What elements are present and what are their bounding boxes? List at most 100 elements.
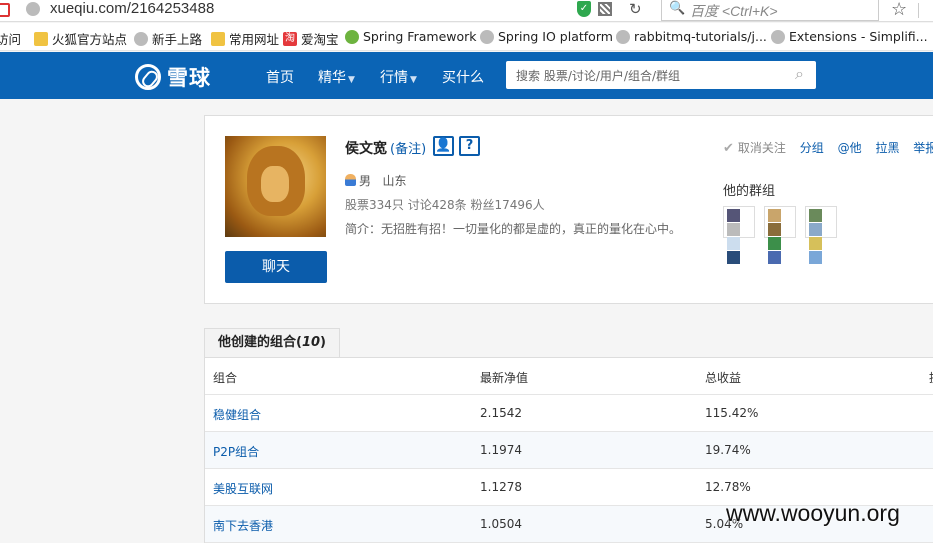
combo-return: 115.42%: [705, 406, 759, 420]
search-icon[interactable]: ⌕: [795, 64, 804, 84]
bookmark-item[interactable]: Extensions - Simplifi...: [771, 29, 928, 44]
user-name: 侯文宽: [345, 141, 387, 157]
column-header: 总收益: [705, 371, 742, 385]
group-avatar-cell: [768, 237, 781, 250]
bookmark-label: 访问: [0, 32, 22, 47]
spring-leaf-icon: [345, 29, 359, 44]
note-link[interactable]: (备注): [390, 138, 426, 157]
search-placeholder: 搜索 股票/讨论/用户/组合/群组: [516, 69, 680, 83]
chevron-down-icon: ▼: [410, 75, 417, 85]
bookmark-label: Spring Framework: [363, 29, 477, 44]
report-link[interactable]: 举报: [913, 141, 933, 155]
browser-search-placeholder: 百度 <Ctrl+K>: [690, 3, 778, 19]
group-avatar-cell: [768, 209, 781, 222]
tab-favicon-icon: [0, 3, 10, 17]
bookmark-item[interactable]: 火狐官方站点: [34, 29, 127, 48]
nav-featured[interactable]: 精华 ▼: [318, 67, 355, 87]
table-row[interactable]: P2P组合 1.1974 19.74%: [205, 432, 933, 469]
mention-link[interactable]: @他: [838, 141, 862, 155]
bookmark-star-icon[interactable]: ☆: [891, 0, 907, 20]
lion-face-shape: [261, 166, 289, 202]
combo-nav: 2.1542: [480, 406, 522, 420]
column-header: 提: [929, 369, 933, 386]
group-avatar-cell: [768, 223, 781, 236]
unfollow-button[interactable]: ✔ 取消关注: [723, 141, 786, 156]
globe-icon: [480, 29, 494, 44]
group-avatar-cell: [727, 209, 740, 222]
toolbar-divider: [918, 3, 919, 18]
verified-user-icon[interactable]: 👤: [433, 136, 454, 156]
group-avatar-cell: [727, 237, 740, 250]
chat-button[interactable]: 聊天: [225, 251, 327, 283]
bookmark-label: Extensions - Simplifi...: [789, 29, 928, 44]
browser-url-bar: xueqiu.com/2164253488 ✓ ↻ 🔍 百度 <Ctrl+K> …: [0, 0, 933, 22]
group-link[interactable]: 分组: [800, 141, 824, 155]
globe-icon: [26, 2, 40, 16]
shield-icon[interactable]: ✓: [577, 1, 591, 17]
bookmark-item[interactable]: 新手上路: [134, 29, 202, 48]
unfollow-label: 取消关注: [737, 141, 786, 155]
qr-code-icon[interactable]: [598, 2, 612, 16]
bookmark-item[interactable]: rabbitmq-tutorials/j...: [616, 29, 767, 44]
bookmark-label: 新手上路: [152, 32, 203, 47]
bookmark-item[interactable]: 淘爱淘宝: [283, 29, 339, 48]
tab-created-combos[interactable]: 他创建的组合(10): [204, 328, 340, 358]
tab-label: 他创建的组合(: [218, 335, 302, 350]
nav-label: 买什么: [442, 70, 484, 86]
address-field[interactable]: xueqiu.com/2164253488: [50, 0, 214, 17]
bookmark-item[interactable]: 访问: [0, 29, 21, 48]
gender-person-icon: [345, 174, 356, 186]
group-thumbnail[interactable]: [723, 206, 755, 264]
combo-name-link[interactable]: 美股互联网: [213, 480, 273, 497]
taobao-icon: 淘: [283, 31, 297, 46]
reload-icon[interactable]: ↻: [629, 0, 642, 18]
user-location: 山东: [382, 174, 407, 188]
help-icon[interactable]: ?: [459, 136, 480, 156]
combo-nav: 1.0504: [480, 517, 522, 531]
combo-return: 19.74%: [705, 443, 751, 457]
group-avatar-cell: [809, 237, 822, 250]
nav-label: 首页: [266, 70, 294, 86]
bookmark-label: 火狐官方站点: [52, 32, 128, 47]
nav-home[interactable]: 首页: [266, 67, 294, 87]
logo-text: 雪球: [167, 66, 211, 90]
profile-card: 聊天 侯文宽 (备注) 👤 ? 男 山东 股票334只 讨论428条 粉丝174…: [204, 115, 933, 304]
check-icon: ✔: [723, 141, 734, 156]
bookmark-label: 常用网址: [229, 32, 280, 47]
nav-market[interactable]: 行情 ▼: [380, 67, 417, 87]
groups-title: 他的群组: [723, 184, 776, 199]
group-avatar-cell: [809, 223, 822, 236]
site-search-input[interactable]: 搜索 股票/讨论/用户/组合/群组 ⌕: [506, 61, 816, 89]
bookmark-item[interactable]: Spring Framework: [345, 29, 477, 44]
bookmark-item[interactable]: 常用网址: [211, 29, 279, 48]
globe-icon: [616, 29, 630, 44]
column-header: 组合: [213, 371, 238, 385]
browser-search-input[interactable]: 🔍 百度 <Ctrl+K>: [661, 0, 879, 21]
site-logo[interactable]: 雪球: [135, 62, 211, 92]
combo-name-link[interactable]: P2P组合: [213, 443, 259, 460]
folder-icon: [34, 31, 48, 46]
group-thumbnail[interactable]: [805, 206, 837, 264]
site-header: 雪球 首页 精华 ▼ 行情 ▼ 买什么 搜索 股票/讨论/用户/组合/群组 ⌕: [0, 52, 933, 99]
user-info: 男 山东: [345, 172, 406, 189]
search-icon: 🔍: [669, 1, 686, 16]
group-avatar-cell: [809, 209, 822, 222]
combo-name-link[interactable]: 稳健组合: [213, 406, 261, 423]
avatar[interactable]: [225, 136, 326, 237]
block-link[interactable]: 拉黑: [875, 141, 899, 155]
table-row[interactable]: 稳健组合 2.1542 115.42%: [205, 395, 933, 432]
user-bio: 简介：无招胜有招！一切量化的都是虚的，真正的量化在心中。: [345, 222, 682, 236]
user-stats: 股票334只 讨论428条 粉丝17496人: [345, 198, 545, 212]
combo-nav: 1.1974: [480, 443, 522, 457]
nav-label: 精华: [318, 70, 346, 86]
bookmark-item[interactable]: Spring IO platform: [480, 29, 613, 44]
snowball-logo-icon: [135, 64, 161, 90]
nav-what-to-buy[interactable]: 买什么: [442, 67, 484, 87]
group-avatar-cell: [768, 251, 781, 264]
tab-count: 10: [301, 335, 321, 350]
combo-name-link[interactable]: 南下去香港: [213, 517, 273, 534]
group-thumbnail[interactable]: [764, 206, 796, 264]
bookmark-label: 爱淘宝: [301, 32, 339, 47]
watermark: www.wooyun.org: [726, 500, 900, 526]
group-avatar-cell: [809, 251, 822, 264]
